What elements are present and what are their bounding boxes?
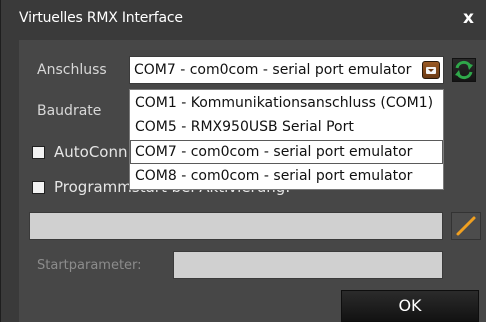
startparameter-label: Startparameter:: [37, 258, 142, 273]
port-select[interactable]: COM7 - com0com - serial port emulator: [129, 56, 444, 84]
pencil-icon: [456, 216, 476, 236]
baudrate-label: Baudrate: [37, 103, 102, 119]
refresh-icon: [455, 60, 473, 80]
startparameter-field[interactable]: [173, 251, 443, 279]
ok-button[interactable]: OK: [341, 290, 479, 322]
port-dropdown-list: COM1 - Kommunikationsanschluss (COM1) CO…: [129, 89, 444, 190]
port-select-value: COM7 - com0com - serial port emulator: [134, 62, 412, 78]
program-path-field[interactable]: [29, 212, 443, 240]
anschluss-label: Anschluss: [37, 62, 107, 78]
programmstart-checkbox[interactable]: [32, 181, 45, 194]
window-title: Virtuelles RMX Interface: [19, 10, 183, 26]
edit-path-button[interactable]: [451, 212, 481, 240]
dialog-window: Virtuelles RMX Interface x Anschluss COM…: [0, 0, 486, 322]
port-option[interactable]: COM1 - Kommunikationsanschluss (COM1): [130, 91, 443, 115]
port-option[interactable]: COM8 - com0com - serial port emulator: [130, 164, 443, 188]
autoconnect-checkbox[interactable]: [32, 146, 45, 159]
refresh-ports-button[interactable]: [452, 58, 476, 82]
chevron-down-icon[interactable]: [422, 61, 440, 79]
close-button[interactable]: x: [463, 8, 474, 28]
autoconnect-label: AutoConn: [54, 143, 128, 161]
port-option-selected[interactable]: COM7 - com0com - serial port emulator: [130, 140, 443, 164]
port-option[interactable]: COM5 - RMX950USB Serial Port: [130, 115, 443, 139]
title-bar[interactable]: Virtuelles RMX Interface x: [9, 0, 486, 40]
